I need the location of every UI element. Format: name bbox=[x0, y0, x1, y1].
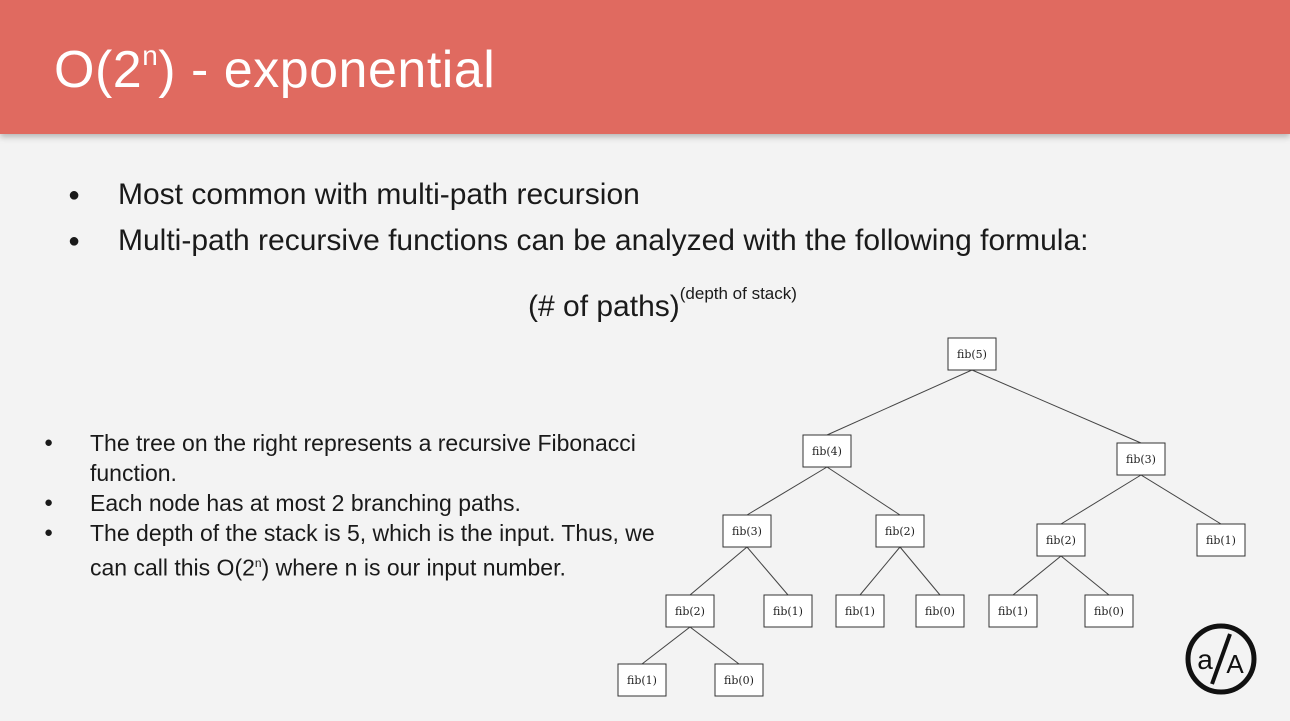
tree-edge bbox=[971, 369, 1142, 444]
svg-text:A: A bbox=[1226, 649, 1244, 679]
tree-node: fib(3) bbox=[1116, 442, 1166, 476]
tree-node-label: fib(1) bbox=[998, 605, 1028, 618]
tree-nodes: fib(5) fib(4) fib(3) fib(3) fib(2) fib(2) fib(… bbox=[617, 337, 1246, 697]
tree-node: fib(5) bbox=[947, 337, 997, 371]
tree-node: fib(1) bbox=[1196, 523, 1246, 557]
tree-node-label: fib(2) bbox=[885, 525, 915, 538]
tree-node: fib(1) bbox=[988, 594, 1038, 628]
tree-node-label: fib(1) bbox=[845, 605, 875, 618]
tree-node: fib(0) bbox=[714, 663, 764, 697]
tree-node-label: fib(1) bbox=[773, 605, 803, 618]
tree-node-label: fib(2) bbox=[675, 605, 705, 618]
tree-edge bbox=[746, 466, 828, 516]
tree-edge bbox=[826, 466, 901, 516]
tree-node: fib(1) bbox=[763, 594, 813, 628]
tree-edge bbox=[1012, 555, 1062, 596]
tree-edge bbox=[899, 546, 941, 596]
tree-node-label: fib(3) bbox=[1126, 453, 1156, 466]
tree-node: fib(2) bbox=[665, 594, 715, 628]
tree-edge bbox=[641, 626, 691, 665]
fibonacci-tree: fib(5) fib(4) fib(3) fib(3) fib(2) fib(2) fib(… bbox=[617, 337, 1246, 697]
tree-node: fib(1) bbox=[617, 663, 667, 697]
tree-node: fib(2) bbox=[875, 514, 925, 548]
tree-node: fib(2) bbox=[1036, 523, 1086, 557]
tree-node-label: fib(1) bbox=[627, 674, 657, 687]
tree-node: fib(4) bbox=[802, 434, 852, 468]
tree-edge bbox=[826, 369, 973, 436]
tree-node-label: fib(5) bbox=[957, 348, 987, 361]
tree-edge bbox=[1140, 474, 1222, 525]
tree-node: fib(1) bbox=[835, 594, 885, 628]
tree-node-label: fib(2) bbox=[1046, 534, 1076, 547]
tree-edge bbox=[689, 546, 748, 596]
tree-edge bbox=[1060, 474, 1142, 525]
svg-text:a: a bbox=[1197, 644, 1213, 675]
tree-node-label: fib(1) bbox=[1206, 534, 1236, 547]
tree-node: fib(3) bbox=[722, 514, 772, 548]
tree-edge bbox=[859, 546, 901, 596]
tree-edge bbox=[689, 626, 740, 665]
tree-node: fib(0) bbox=[915, 594, 965, 628]
tree-node: fib(0) bbox=[1084, 594, 1134, 628]
app-academy-logo-icon: a A bbox=[1185, 623, 1257, 695]
tree-node-label: fib(4) bbox=[812, 445, 842, 458]
tree-edge bbox=[1060, 555, 1110, 596]
tree-edge bbox=[746, 546, 789, 596]
tree-node-label: fib(0) bbox=[724, 674, 754, 687]
tree-node-label: fib(3) bbox=[732, 525, 762, 538]
tree-node-label: fib(0) bbox=[925, 605, 955, 618]
tree-node-label: fib(0) bbox=[1094, 605, 1124, 618]
